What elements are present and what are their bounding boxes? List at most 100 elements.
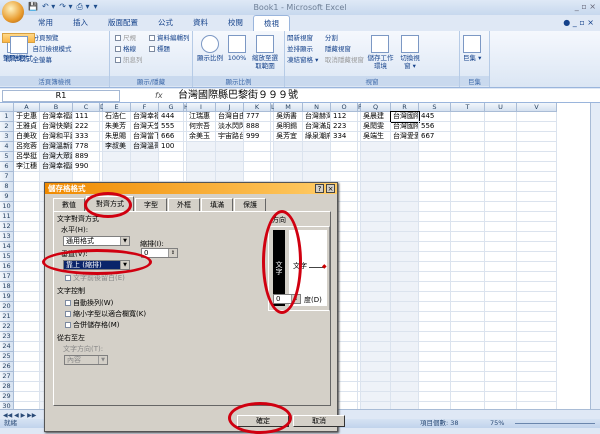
cell-V26[interactable] [517,362,557,372]
window-controls[interactable]: _ ▫ × [575,2,596,11]
cell-R7[interactable] [391,172,419,182]
cell-A10[interactable] [14,202,40,212]
row-header[interactable]: 21 [0,312,14,322]
row-header[interactable]: 26 [0,362,14,372]
cell-N3[interactable]: 綠泉潮府 [303,132,331,142]
merge-cells-checkbox[interactable]: 合併儲存格(M) [65,320,120,330]
cell-F3[interactable]: 台灣當下 [131,132,159,142]
cell-U27[interactable] [485,372,517,382]
cell-S22[interactable] [419,322,451,332]
zoom-100-button[interactable]: 100% [226,33,248,63]
tab-4[interactable]: 資料 [183,15,218,31]
row-header[interactable]: 15 [0,252,14,262]
orientation-handle[interactable]: ◆ [322,264,327,270]
cell-R10[interactable] [391,202,419,212]
dialog-tab-4[interactable]: 填滿 [201,198,233,211]
cell-U15[interactable] [485,252,517,262]
cell-V8[interactable] [517,182,557,192]
new-window-button[interactable]: 開新視窗 [287,33,318,44]
macros-button[interactable]: 巨集 ▾ [462,33,482,63]
cell-S30[interactable] [419,402,451,409]
cell-A9[interactable] [14,192,40,202]
zoom-level[interactable]: 75% [490,419,504,428]
cell-U1[interactable] [485,112,517,122]
cell-A17[interactable] [14,272,40,282]
cell-O1[interactable]: 112 [331,112,358,122]
cell-A4[interactable]: 呂宛蓉 [14,142,40,152]
cell-U14[interactable] [485,242,517,252]
cell-A16[interactable] [14,262,40,272]
cell-I6[interactable] [187,162,216,172]
cell-U2[interactable] [485,122,517,132]
row-header[interactable]: 14 [0,242,14,252]
cell-O6[interactable] [331,162,358,172]
help-button[interactable]: ? [315,184,324,193]
cell-B3[interactable]: 台灣和平路 [40,132,73,142]
cell-M7[interactable] [274,172,303,182]
cell-M2[interactable]: 吳明錫 [274,122,303,132]
cell-I5[interactable] [187,152,216,162]
cell-B7[interactable] [40,172,73,182]
cell-U17[interactable] [485,272,517,282]
cell-Q27[interactable] [361,372,391,382]
cell-O7[interactable] [331,172,358,182]
cell-U28[interactable] [485,382,517,392]
cell-V12[interactable] [517,222,557,232]
column-header-E[interactable]: E [103,103,131,112]
cell-Q21[interactable] [361,312,391,322]
cell-T17[interactable] [451,272,485,282]
row-header[interactable]: 30 [0,402,14,409]
cell-T3[interactable] [451,132,485,142]
cell-R22[interactable] [391,322,419,332]
cell-R19[interactable] [391,292,419,302]
row-header[interactable]: 20 [0,302,14,312]
cell-Q30[interactable] [361,402,391,409]
vertical-select[interactable]: 靠上 (縮排) ▼ [63,260,130,270]
formula-input[interactable]: 台灣國際縣巴黎街９９９號 [178,89,298,103]
sheet-nav-buttons[interactable]: ◀◀ ◀ ▶ ▶▶ [0,412,36,419]
cell-R13[interactable] [391,232,419,242]
cell-J3[interactable]: 宇宙路台 [216,132,244,142]
cell-K5[interactable] [244,152,271,162]
dialog-tab-0[interactable]: 數值 [53,198,85,211]
cell-U20[interactable] [485,302,517,312]
cell-K2[interactable]: 888 [244,122,271,132]
full-screen-button[interactable]: 全螢幕 [33,55,72,66]
cell-S11[interactable] [419,212,451,222]
cell-S7[interactable] [419,172,451,182]
cell-O5[interactable] [331,152,358,162]
cell-U5[interactable] [485,152,517,162]
cell-S21[interactable] [419,312,451,322]
cell-R4[interactable] [391,142,419,152]
cell-T27[interactable] [451,372,485,382]
cell-E3[interactable]: 朱思賜 [103,132,131,142]
cell-U21[interactable] [485,312,517,322]
office-button[interactable] [2,1,24,23]
cell-Q11[interactable] [361,212,391,222]
cell-B6[interactable]: 台灣幸福路 [40,162,73,172]
cell-Q7[interactable] [361,172,391,182]
message-bar-checkbox[interactable]: 訊息列 [115,55,143,66]
cell-R26[interactable] [391,362,419,372]
formula-bar-checkbox[interactable]: 資料編輯列 [149,33,190,44]
row-header[interactable]: 29 [0,392,14,402]
shrink-to-fit-checkbox[interactable]: 縮小字型以適合欄寬(K) [65,309,146,319]
cell-U11[interactable] [485,212,517,222]
cell-B2[interactable]: 台灣快樂路 [40,122,73,132]
normal-view-button[interactable]: 標準模式 [2,33,35,63]
cell-A20[interactable] [14,302,40,312]
cell-E1[interactable]: 石浩仁 [103,112,131,122]
cell-Q26[interactable] [361,362,391,372]
cell-S1[interactable]: 445 [419,112,451,122]
cell-S19[interactable] [419,292,451,302]
cell-S13[interactable] [419,232,451,242]
cell-R30[interactable] [391,402,419,409]
column-header-B[interactable]: B [40,103,73,112]
cell-B4[interactable]: 台灣溫新路 [40,142,73,152]
cell-T4[interactable] [451,142,485,152]
column-header-I[interactable]: I [187,103,216,112]
cell-V2[interactable] [517,122,557,132]
cell-T25[interactable] [451,352,485,362]
cell-K4[interactable] [244,142,271,152]
cell-A27[interactable] [14,372,40,382]
